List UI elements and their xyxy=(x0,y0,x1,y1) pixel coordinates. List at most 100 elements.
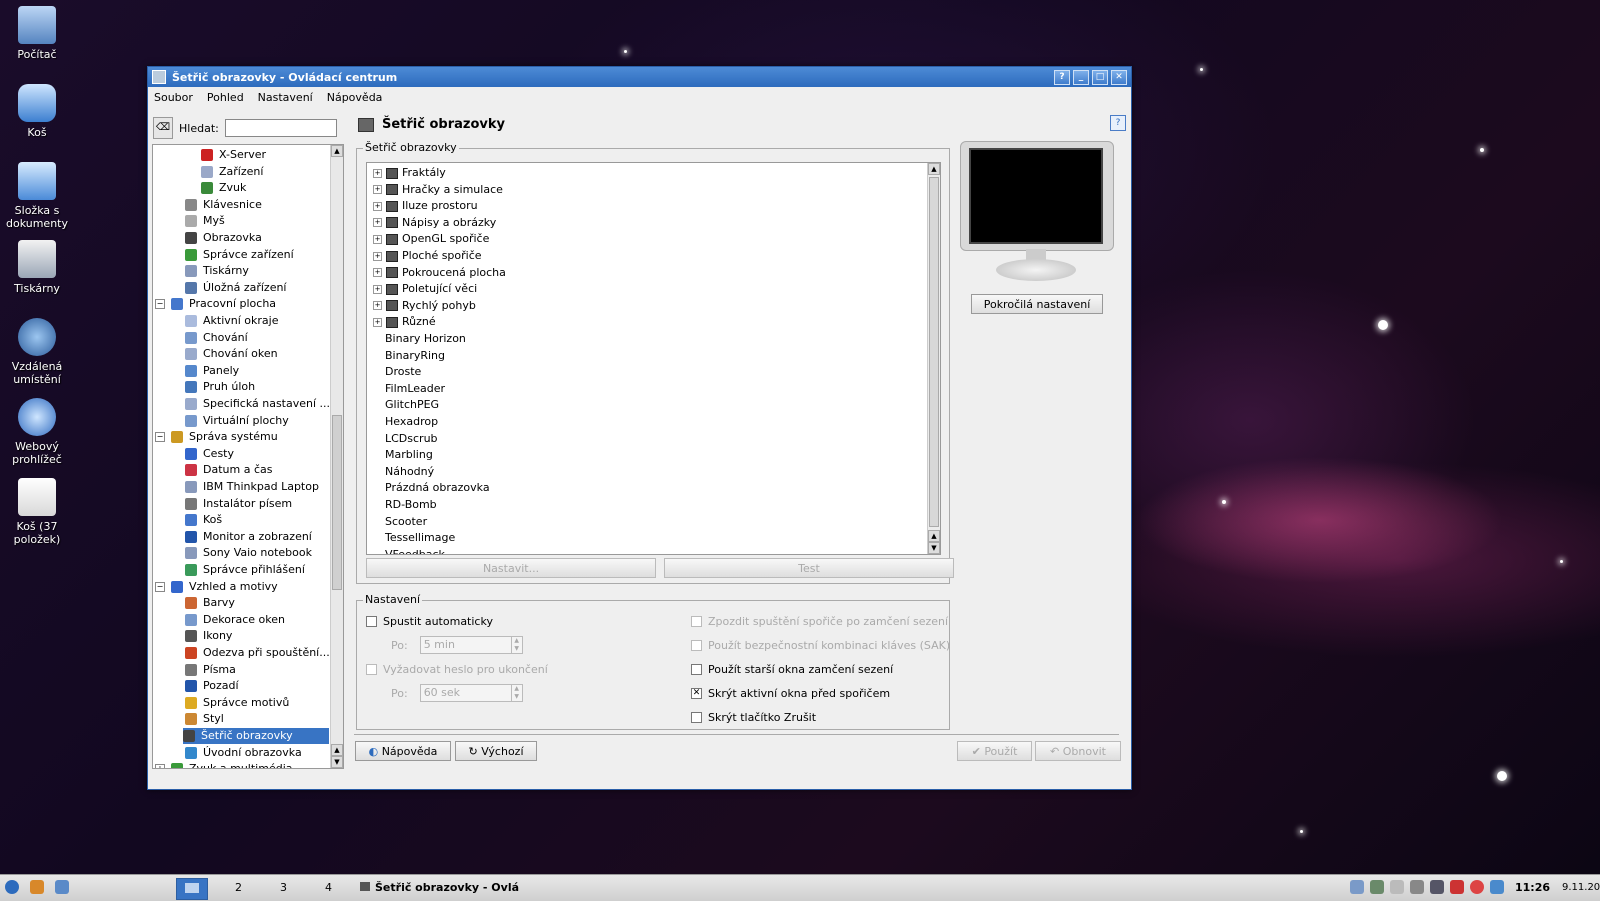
saver-category[interactable]: + OpenGL spořiče xyxy=(373,231,489,247)
tree-item-screensaver[interactable]: Šetřič obrazovky xyxy=(183,728,329,744)
reset-button[interactable]: ↶ Obnovit xyxy=(1035,741,1121,761)
battery-icon[interactable] xyxy=(1390,880,1404,894)
saver-item[interactable]: LCDscrub xyxy=(385,431,438,447)
tree-scrollbar[interactable]: ▲ ▲ ▼ xyxy=(330,145,343,768)
tree-item-laptop[interactable]: IBM Thinkpad Laptop xyxy=(185,479,319,495)
help-title-button[interactable]: ? xyxy=(1054,70,1070,85)
spin-arrows-icon[interactable]: ▲ ▼ xyxy=(510,685,522,701)
expand-icon[interactable]: + xyxy=(373,168,382,178)
desktop-icon-computer[interactable]: Počítač xyxy=(4,6,70,61)
checkbox-box[interactable] xyxy=(691,616,702,627)
desktop-4-button[interactable]: 4 xyxy=(325,878,332,898)
tree-item-theme-manager[interactable]: Správce motivů xyxy=(185,695,289,711)
menu-napoveda[interactable]: Nápověda xyxy=(327,91,383,104)
desktop-icon-trash-full[interactable]: Koš (37 položek) xyxy=(4,478,70,546)
scroll-up-icon[interactable]: ▲ xyxy=(331,744,343,756)
collapse-icon[interactable]: − xyxy=(155,432,165,443)
tree-item-icons[interactable]: Ikony xyxy=(185,628,232,644)
tree-item-system-admin[interactable]: − Správa systému xyxy=(155,429,278,445)
menu-soubor[interactable]: Soubor xyxy=(154,91,193,104)
saver-item[interactable]: Tessellimage xyxy=(385,530,455,546)
saver-item[interactable]: RD-Bomb xyxy=(385,497,437,513)
delay-after-lock-checkbox[interactable]: Zpozdit spuštění spořiče po zamčení seze… xyxy=(691,615,948,628)
control-center-icon[interactable] xyxy=(55,880,69,894)
keyboard-layout-icon[interactable] xyxy=(1450,880,1464,894)
task-button[interactable]: Šetřič obrazovky - Ovlá xyxy=(360,878,530,898)
use-sak-checkbox[interactable]: Použít bezpečnostní kombinaci kláves (SA… xyxy=(691,639,950,652)
saver-category[interactable]: + Různé xyxy=(373,314,436,330)
scroll-up-icon[interactable]: ▲ xyxy=(331,145,343,157)
saver-category[interactable]: + Rychlý pohyb xyxy=(373,298,476,314)
menu-nastaveni[interactable]: Nastavení xyxy=(258,91,313,104)
clipboard-icon[interactable] xyxy=(1350,880,1364,894)
tree-item-window-decoration[interactable]: Dekorace oken xyxy=(185,612,285,628)
setup-button[interactable]: Nastavit... xyxy=(366,558,656,578)
expand-icon[interactable]: + xyxy=(155,764,165,768)
tree-item-notebook[interactable]: Sony Vaio notebook xyxy=(185,545,312,561)
clock-time[interactable]: 11:26 xyxy=(1515,878,1550,898)
list-scroll-thumb[interactable] xyxy=(929,177,939,527)
expand-icon[interactable]: + xyxy=(373,317,382,327)
desktop-2-button[interactable]: 2 xyxy=(235,878,242,898)
saver-category[interactable]: + Hračky a simulace xyxy=(373,182,503,198)
help-button[interactable]: ◐ Nápověda xyxy=(355,741,451,761)
title-bar[interactable]: Šetřič obrazovky - Ovládací centrum ? _ … xyxy=(148,67,1131,87)
start-delay-spinbox[interactable]: 5 min ▲ ▼ xyxy=(419,636,523,654)
saver-item[interactable]: Náhodný xyxy=(385,464,434,480)
tree-item-login-manager[interactable]: Správce přihlášení xyxy=(185,562,305,578)
scroll-down-icon[interactable]: ▼ xyxy=(928,542,940,554)
saver-category[interactable]: + Ploché spořiče xyxy=(373,248,482,264)
scroll-up-icon[interactable]: ▲ xyxy=(928,163,940,175)
tree-item-x-server[interactable]: X-Server xyxy=(201,147,266,163)
scroll-down-icon[interactable]: ▼ xyxy=(331,756,343,768)
tree-item-virtual-desktops[interactable]: Virtuální plochy xyxy=(185,413,289,429)
checkbox-box[interactable] xyxy=(691,640,702,651)
tree-item-printer[interactable]: Tiskárny xyxy=(185,263,249,279)
desktop-1-button[interactable] xyxy=(176,878,208,900)
desktop-icon-browser[interactable]: Webový prohlížeč xyxy=(4,398,70,466)
expand-icon[interactable]: + xyxy=(373,268,382,278)
menu-pohled[interactable]: Pohled xyxy=(207,91,244,104)
desktop-icon-printers[interactable]: Tiskárny xyxy=(4,240,70,295)
tree-item-paths[interactable]: Cesty xyxy=(185,446,234,462)
saver-item[interactable]: BinaryRing xyxy=(385,348,445,364)
checkbox-box[interactable] xyxy=(366,616,377,627)
tree-item-trash[interactable]: Koš xyxy=(185,512,222,528)
tree-item-appearance[interactable]: − Vzhled a motivy xyxy=(155,579,278,595)
tree-item-launch-feedback[interactable]: Odezva při spouštění... xyxy=(185,645,330,661)
saver-item[interactable]: Marbling xyxy=(385,447,433,463)
saver-category[interactable]: + Fraktály xyxy=(373,165,446,181)
hide-cancel-checkbox[interactable]: Skrýt tlačítko Zrušit xyxy=(691,711,816,724)
desktop-icon-trash[interactable]: Koš xyxy=(4,84,70,139)
clock-date[interactable]: 9.11.2024 xyxy=(1562,878,1600,898)
list-scrollbar[interactable]: ▲ ▲ ▼ xyxy=(927,163,940,554)
saver-item[interactable]: Prázdná obrazovka xyxy=(385,480,490,496)
screensaver-list[interactable]: VFeedback Tessellimage Scooter RD-Bomb Prázd… xyxy=(366,162,941,555)
defaults-button[interactable]: ↻ Výchozí xyxy=(455,741,537,761)
apply-button[interactable]: ✔ Použít xyxy=(957,741,1032,761)
use-old-lock-checkbox[interactable]: Použít starší okna zamčení sezení xyxy=(691,663,893,676)
search-input[interactable] xyxy=(224,119,337,137)
tree-item-date-time[interactable]: Datum a čas xyxy=(185,462,272,478)
spin-arrows-icon[interactable]: ▲ ▼ xyxy=(510,637,522,653)
saver-item[interactable]: Hexadrop xyxy=(385,414,438,430)
saver-item[interactable]: VFeedback xyxy=(385,547,445,554)
tree-item-mouse[interactable]: Myš xyxy=(185,213,225,229)
hide-active-windows-checkbox[interactable]: ✕ Skrýt aktivní okna před spořičem xyxy=(691,687,890,700)
expand-icon[interactable]: + xyxy=(373,201,382,211)
tree-item-storage[interactable]: Úložná zařízení xyxy=(185,280,286,296)
saver-item[interactable]: Droste xyxy=(385,364,421,380)
expand-icon[interactable]: + xyxy=(373,301,382,311)
tree-item-splash-screen[interactable]: Úvodní obrazovka xyxy=(185,745,302,761)
desktop-icon-documents[interactable]: Složka s dokumenty xyxy=(4,162,70,230)
tree-item-font-installer[interactable]: Instalátor písem xyxy=(185,496,292,512)
tree-scroll-thumb[interactable] xyxy=(332,415,342,590)
maximize-button[interactable]: □ xyxy=(1092,70,1108,85)
expand-icon[interactable]: + xyxy=(373,284,382,294)
expand-icon[interactable]: + xyxy=(373,234,382,244)
tree-item-multimedia[interactable]: + Zvuk a multimédia xyxy=(155,761,293,768)
module-tree[interactable]: + Zvuk a multimédia Úvodní obrazovka Šetřič… xyxy=(152,144,344,769)
saver-item[interactable]: FilmLeader xyxy=(385,381,445,397)
saver-category[interactable]: + Nápisy a obrázky xyxy=(373,215,496,231)
checkbox-box[interactable] xyxy=(366,664,377,675)
